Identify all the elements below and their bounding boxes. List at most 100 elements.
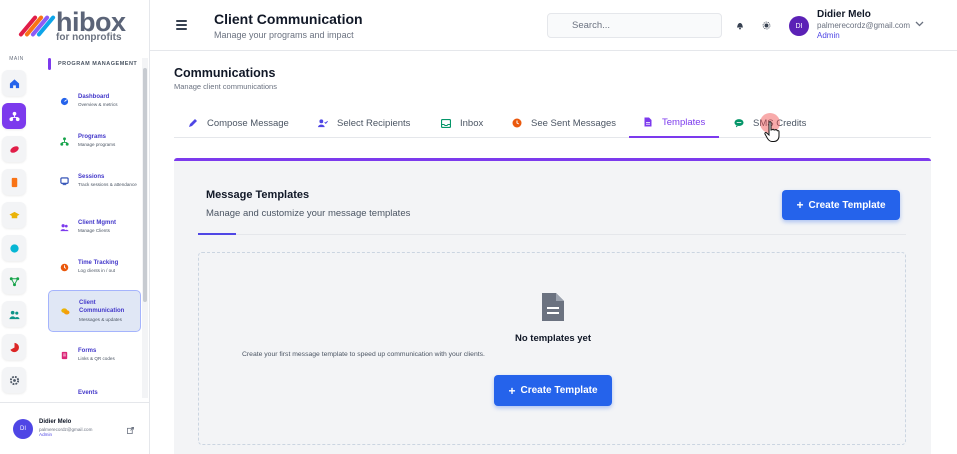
- tab-templates[interactable]: Templates: [629, 108, 719, 138]
- nav-item-events[interactable]: Events: [48, 372, 141, 401]
- clients-icon: [60, 223, 69, 232]
- page-title: Client Communication: [214, 11, 363, 27]
- search-input[interactable]: Search...: [547, 13, 722, 38]
- external-link-icon[interactable]: [127, 427, 134, 434]
- rail-analytics-button[interactable]: [2, 334, 26, 360]
- main-content: Communications Manage client communicati…: [150, 51, 957, 454]
- nav-item-subtitle: Manage Clients: [78, 228, 110, 234]
- hand-cursor-icon: [764, 121, 780, 142]
- sessions-icon: [60, 176, 69, 186]
- rail-network-button[interactable]: [2, 268, 26, 294]
- avatar[interactable]: DI: [789, 16, 809, 36]
- pencil-icon: [188, 118, 198, 128]
- program-nav: PROGRAM MANAGEMENT Dashboard Overview & m…: [42, 56, 150, 401]
- user-role: Admin: [817, 31, 840, 41]
- brand-tagline: for nonprofits: [56, 32, 122, 43]
- rail-home-button[interactable]: [2, 70, 26, 96]
- nav-item-title: Client Communication: [79, 299, 125, 315]
- rail-settings-button[interactable]: [2, 367, 26, 393]
- create-template-button[interactable]: + Create Template: [782, 190, 900, 220]
- nav-item-forms[interactable]: Forms Links & QR codes: [48, 334, 141, 376]
- programs-icon: [60, 136, 69, 146]
- sms-icon: [734, 118, 744, 128]
- user-menu[interactable]: Didier Melo palmerecordz@gmail.com Admin: [817, 8, 910, 42]
- nav-item-title: Programs: [78, 134, 107, 141]
- scrollbar-thumb[interactable]: [143, 68, 147, 302]
- nav-item-programs[interactable]: Programs Manage programs: [48, 120, 141, 162]
- theme-toggle-icon[interactable]: [761, 20, 771, 30]
- user-name: Didier Melo: [817, 9, 871, 20]
- rail-globe-button[interactable]: [2, 235, 26, 261]
- tab-compose-message[interactable]: Compose Message: [188, 108, 289, 138]
- chevron-down-icon[interactable]: [915, 21, 924, 27]
- nav-item-title: Forms: [78, 348, 97, 355]
- top-bar: Client Communication Manage your program…: [150, 0, 957, 51]
- document-icon: [542, 293, 564, 321]
- nav-item-title: Client Mgmnt: [78, 220, 116, 227]
- avatar: DI: [13, 418, 33, 439]
- divider-accent: [198, 233, 236, 235]
- rail-training-button[interactable]: [2, 202, 26, 228]
- analytics-icon: [9, 342, 19, 352]
- nav-item-subtitle: Messages & updates: [79, 317, 122, 323]
- nav-section-title: PROGRAM MANAGEMENT: [58, 61, 138, 67]
- icon-rail: MAIN: [0, 56, 33, 400]
- chat-icon: [61, 307, 70, 316]
- sessions-icon: [9, 145, 19, 153]
- templates-title: Message Templates: [206, 189, 310, 201]
- button-label: Create Template: [520, 385, 598, 396]
- nav-item-sessions[interactable]: Sessions Track sessions & attendance: [48, 160, 141, 202]
- plus-icon: +: [796, 198, 804, 212]
- brand-logo[interactable]: hibox for nonprofits: [18, 9, 126, 43]
- nav-item-title: Time Tracking: [78, 260, 119, 267]
- plus-icon: +: [508, 383, 516, 398]
- sidebar-scrollbar[interactable]: [142, 58, 148, 398]
- forms-icon: [60, 351, 69, 360]
- menu-toggle-button[interactable]: [176, 20, 187, 33]
- bell-icon[interactable]: [735, 20, 745, 30]
- nav-item-subtitle: Overview & metrics: [78, 102, 118, 108]
- templates-subtitle: Manage and customize your message templa…: [206, 208, 411, 219]
- training-icon: [8, 211, 20, 218]
- logo-mark-icon: [18, 11, 56, 41]
- user-name: Didier Melo: [39, 419, 72, 426]
- tab-bar: Compose Message Select Recipients Inbox …: [174, 108, 931, 138]
- history-icon: [512, 118, 522, 128]
- tab-select-recipients[interactable]: Select Recipients: [318, 108, 410, 138]
- program-icon: [8, 111, 20, 121]
- nav-item-title: Events: [78, 390, 98, 396]
- nav-item-time-tracking[interactable]: Time Tracking Log clients in / out: [48, 246, 141, 288]
- events-icon: [60, 389, 69, 398]
- divider: [198, 234, 906, 235]
- tab-see-sent-messages[interactable]: See Sent Messages: [512, 108, 616, 138]
- sidebar-user-card[interactable]: DI Didier Melo palmerecordz@gmail.com Ad…: [0, 402, 149, 454]
- templates-card: Message Templates Manage and customize y…: [174, 158, 931, 454]
- globe-icon: [9, 243, 19, 253]
- rail-reports-button[interactable]: [2, 169, 26, 195]
- people-icon: [8, 310, 20, 319]
- section-title: Communications: [174, 66, 276, 80]
- empty-state-title: No templates yet: [514, 333, 592, 344]
- nav-item-subtitle: Manage programs: [78, 142, 116, 148]
- reports-icon: [11, 177, 17, 187]
- rail-people-button[interactable]: [2, 301, 26, 327]
- settings-icon: [9, 375, 19, 385]
- nav-item-dashboard[interactable]: Dashboard Overview & metrics: [48, 80, 141, 122]
- rail-program-button[interactable]: [2, 103, 26, 129]
- nav-item-client-communication[interactable]: Client Communication Messages & updates: [48, 290, 141, 332]
- empty-state-subtitle: Create your first message template to sp…: [242, 351, 485, 358]
- user-check-icon: [318, 118, 328, 128]
- empty-create-template-button[interactable]: + Create Template: [494, 375, 612, 406]
- nav-item-client-mgmnt[interactable]: Client Mgmnt Manage Clients: [48, 206, 141, 248]
- clock-icon: [60, 263, 69, 272]
- dashboard-icon: [60, 97, 69, 106]
- nav-section-header: PROGRAM MANAGEMENT: [48, 56, 150, 72]
- tab-inbox[interactable]: Inbox: [441, 108, 483, 138]
- network-icon: [9, 276, 19, 286]
- nav-item-title: Dashboard: [78, 94, 110, 101]
- home-icon: [9, 78, 19, 88]
- tab-label: See Sent Messages: [531, 117, 617, 129]
- tab-label: Inbox: [460, 117, 484, 129]
- rail-label: MAIN: [9, 56, 24, 62]
- rail-sessions-button[interactable]: [2, 136, 26, 162]
